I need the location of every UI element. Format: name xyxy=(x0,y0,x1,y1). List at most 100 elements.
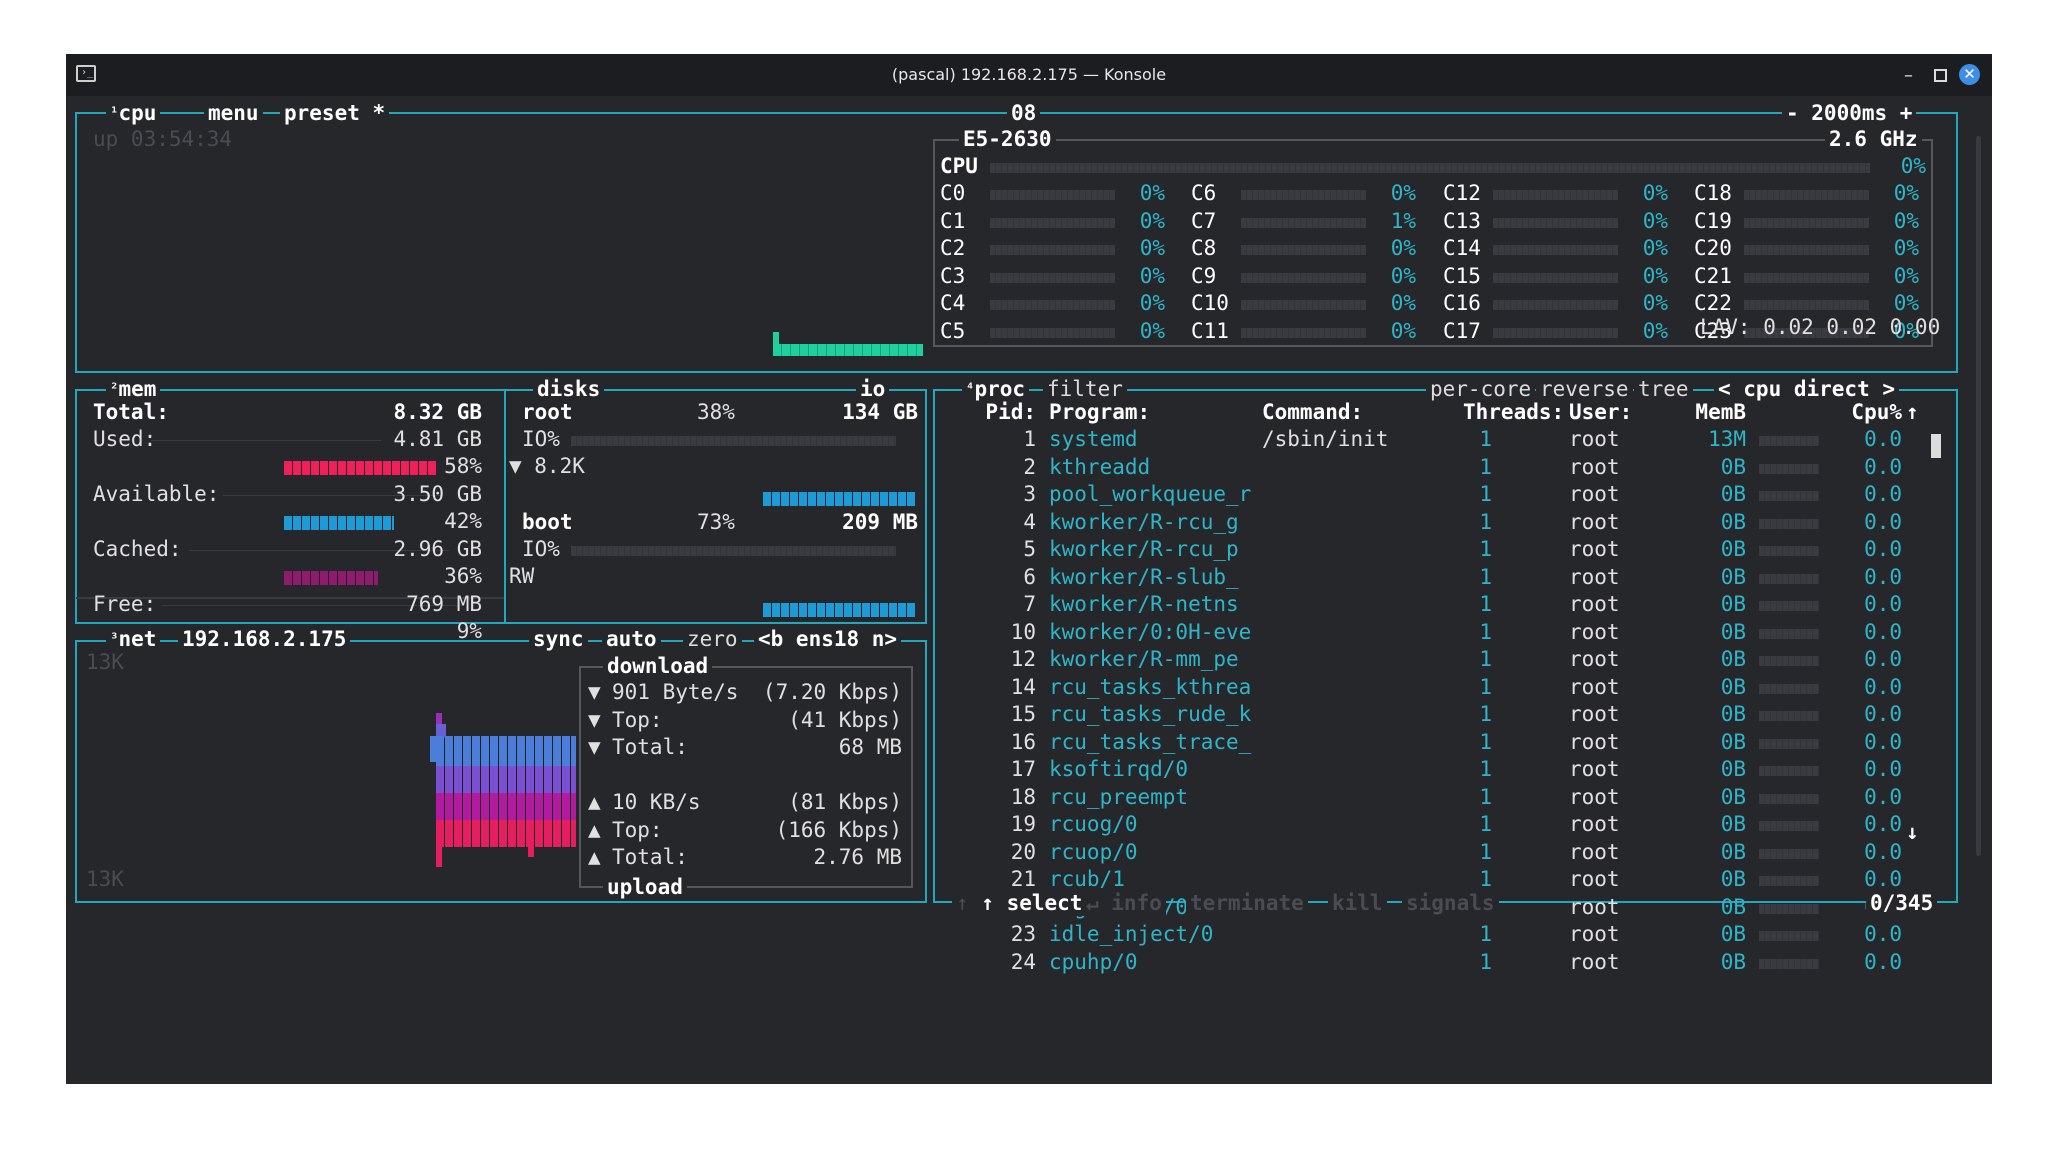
preset-button[interactable]: preset * xyxy=(280,100,390,126)
table-row[interactable]: 7 kworker/R-netns 1 root 0B 0.0 xyxy=(936,591,1936,618)
proc-threads: 1 xyxy=(1479,509,1492,534)
col-threads[interactable]: Threads: xyxy=(1463,399,1564,426)
disk-root-size: 134 GB xyxy=(842,400,918,424)
proc-mem: 0B xyxy=(1720,729,1746,754)
proc-mem: 0B xyxy=(1720,949,1746,974)
table-row[interactable]: 16 rcu_tasks_trace_ 1 root 0B 0.0 xyxy=(936,729,1936,756)
proc-tree-toggle[interactable]: tree xyxy=(1634,376,1693,402)
table-row[interactable]: 21 rcub/1 1 root 0B 0.0 xyxy=(936,866,1936,893)
minimize-button[interactable]: – xyxy=(1904,66,1913,86)
table-row[interactable]: 17 ksoftirqd/0 1 root 0B 0.0 xyxy=(936,756,1936,783)
menu-button[interactable]: menu xyxy=(204,100,263,126)
cpu-core-meter xyxy=(1493,217,1618,228)
proc-signals-button[interactable]: signals xyxy=(1402,890,1499,916)
mem-row-pct: 42% xyxy=(444,509,482,533)
cpu-core-pct: 0% xyxy=(1390,291,1416,315)
close-button[interactable]: ✕ xyxy=(1959,64,1980,85)
proc-pid: 21 xyxy=(1010,867,1036,891)
net-upload-stat-label: Total: xyxy=(612,845,688,869)
proc-user: root xyxy=(1569,922,1620,946)
cpu-model: E5-2630 xyxy=(959,126,1056,152)
table-row[interactable]: 18 rcu_preempt 1 root 0B 0.0 xyxy=(936,784,1936,811)
col-pid[interactable]: Pid: xyxy=(976,399,1036,426)
proc-threads: 1 xyxy=(1479,537,1492,561)
terminal-scrollbar[interactable] xyxy=(1976,136,1981,856)
col-user[interactable]: User: xyxy=(1569,399,1632,426)
disk-boot-name: boot xyxy=(522,510,573,534)
cpu-core-label: C9 xyxy=(1191,263,1217,288)
cpu-core-pct: 0% xyxy=(1893,263,1919,288)
proc-mem-meter xyxy=(1759,683,1819,694)
proc-program: ksoftirqd/0 xyxy=(1049,757,1189,781)
table-row[interactable]: 14 rcu_tasks_kthrea 1 root 0B 0.0 xyxy=(936,674,1936,701)
table-row[interactable]: 24 cpuhp/0 1 root 0B 0.0 xyxy=(936,949,1936,976)
col-program[interactable]: Program: xyxy=(1049,399,1150,426)
table-row[interactable]: 6 kworker/R-slub_ 1 root 0B 0.0 xyxy=(936,564,1936,591)
mem-row-bar xyxy=(284,516,394,530)
proc-pid: 6 xyxy=(1023,564,1036,589)
disk-boot-io-meter xyxy=(571,546,896,556)
net-sync-toggle[interactable]: sync xyxy=(529,626,588,652)
proc-kill-button[interactable]: kill xyxy=(1328,890,1387,916)
table-row[interactable]: 10 kworker/0:0H-eve 1 root 0B 0.0 xyxy=(936,619,1936,646)
mem-row-label: Available: xyxy=(93,482,220,506)
cpu-core-label: C19 xyxy=(1694,208,1732,233)
table-row[interactable]: 15 rcu_tasks_rude_k 1 root 0B 0.0 xyxy=(936,701,1936,728)
cpu-core-meter xyxy=(990,217,1115,228)
table-row[interactable]: 20 rcuop/0 1 root 0B 0.0 xyxy=(936,839,1936,866)
cpu-core-label: C6 xyxy=(1191,181,1217,205)
maximize-button[interactable] xyxy=(1934,69,1947,82)
cpu-core-pct: 0% xyxy=(1893,291,1919,315)
col-memb[interactable]: MemB xyxy=(1686,399,1746,426)
cpu-core-label: C18 xyxy=(1694,181,1732,205)
proc-user: root xyxy=(1569,592,1620,616)
proc-terminate-button[interactable]: terminate xyxy=(1186,890,1308,916)
disk-root-free-bar xyxy=(763,492,915,506)
table-row[interactable]: 19 rcuog/0 1 root 0B 0.0 xyxy=(936,811,1936,838)
table-row[interactable]: 12 kworker/R-mm_pe 1 root 0B 0.0 xyxy=(936,646,1936,673)
proc-mem: 0B xyxy=(1720,592,1746,616)
proc-program: rcu_tasks_rude_k xyxy=(1049,702,1252,726)
uptime: up 03:54:34 xyxy=(93,127,233,151)
net-upload-stat-value: (166 Kbps) xyxy=(775,817,902,842)
proc-mem: 0B xyxy=(1720,839,1746,864)
mem-row-value: 4.81 GB xyxy=(393,427,482,451)
proc-user: root xyxy=(1569,784,1620,809)
proc-info-button[interactable]: ↵ info xyxy=(1082,890,1166,916)
cpu-tab[interactable]: ¹cpu xyxy=(106,100,161,126)
net-interface-selector[interactable]: <b ens18 n> xyxy=(754,626,902,652)
proc-threads: 1 xyxy=(1479,839,1492,864)
mem-disks-divider xyxy=(504,390,506,623)
proc-user: root xyxy=(1569,619,1620,644)
proc-cpu: 0.0 xyxy=(1864,674,1902,699)
table-row[interactable]: 2 kthreadd 1 root 0B 0.0 xyxy=(936,454,1936,481)
update-interval[interactable]: - 2000ms + xyxy=(1782,100,1917,126)
col-cpu[interactable]: Cpu% xyxy=(1842,399,1902,426)
proc-mem-meter xyxy=(1759,518,1819,529)
proc-pid: 23 xyxy=(1010,922,1036,946)
table-row[interactable]: 3 pool_workqueue_r 1 root 0B 0.0 xyxy=(936,481,1936,508)
proc-mem-meter xyxy=(1759,821,1819,831)
cpu-core-pct: 0% xyxy=(1139,236,1165,260)
cpu-core-label: C7 xyxy=(1191,208,1217,233)
col-command[interactable]: Command: xyxy=(1262,399,1363,426)
proc-cpu: 0.0 xyxy=(1864,482,1902,506)
net-download-stat-label: 901 Byte/s xyxy=(612,680,739,704)
table-row[interactable]: 23 idle_inject/0 1 root 0B 0.0 xyxy=(936,921,1936,948)
cpu-core-meter xyxy=(1744,300,1869,310)
mem-row-pct: 36% xyxy=(444,564,482,588)
table-row[interactable]: 1 systemd/sbin/init 1 root 13M 0.0 xyxy=(936,426,1936,453)
net-auto-toggle[interactable]: auto xyxy=(602,626,661,652)
table-row[interactable]: 4 kworker/R-rcu_g 1 root 0B 0.0 xyxy=(936,509,1936,536)
proc-pid: 2 xyxy=(1023,454,1036,479)
proc-pid: 17 xyxy=(1010,757,1036,781)
cpu-core-label: C22 xyxy=(1694,291,1732,315)
proc-pid: 16 xyxy=(1010,729,1036,754)
proc-command: /sbin/init xyxy=(1262,427,1389,451)
proc-user: root xyxy=(1569,482,1620,506)
proc-cpu: 0.0 xyxy=(1864,619,1902,644)
proc-mem: 0B xyxy=(1720,647,1746,671)
table-row[interactable]: 5 kworker/R-rcu_p 1 root 0B 0.0 xyxy=(936,536,1936,563)
proc-mem: 13M xyxy=(1708,427,1746,451)
net-zero-toggle[interactable]: zero xyxy=(683,626,742,652)
